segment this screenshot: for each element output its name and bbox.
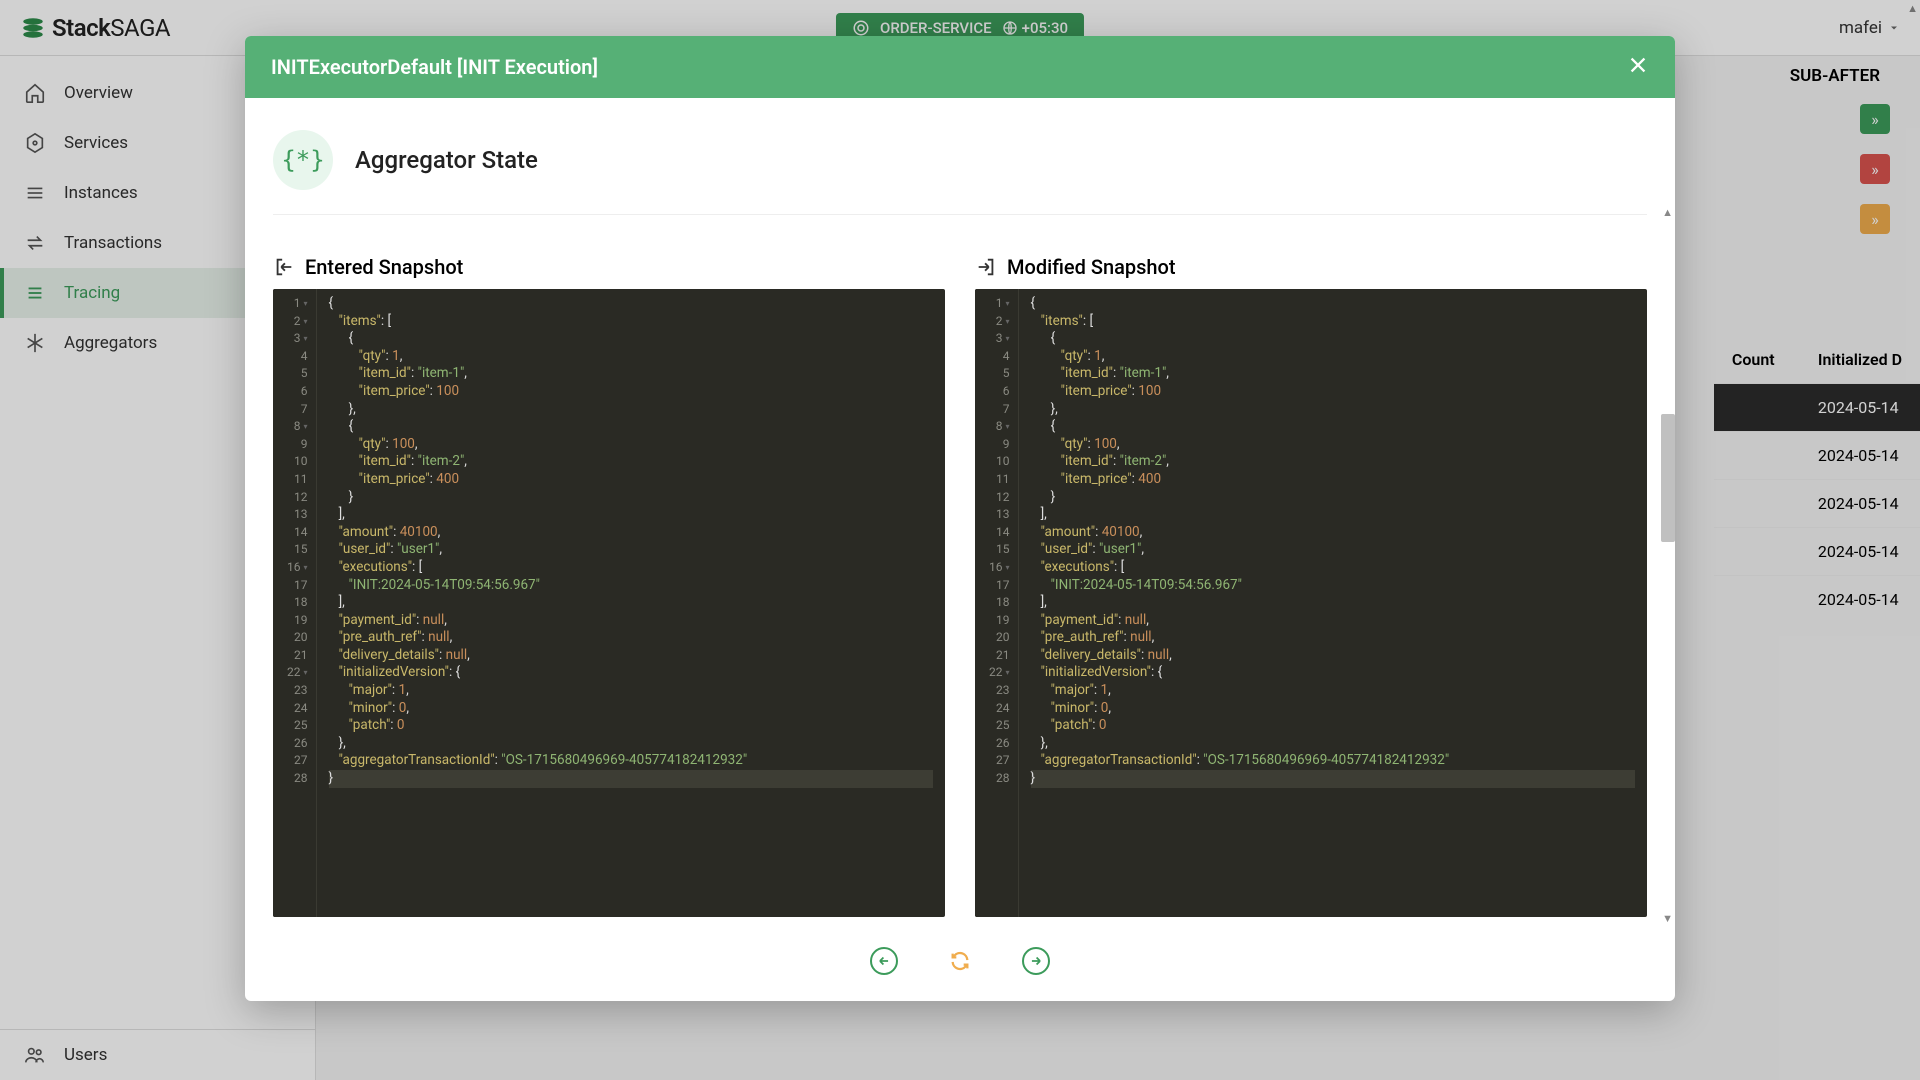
section-title: Aggregator State	[355, 146, 538, 174]
modal-header: INITExecutorDefault [INIT Execution]	[245, 36, 1675, 98]
modified-code[interactable]: 1234567891011121314151617181920212223242…	[975, 289, 1647, 917]
snapshots: Entered Snapshot 12345678910111213141516…	[273, 255, 1647, 917]
modal-footer	[245, 927, 1675, 1001]
modified-title: Modified Snapshot	[975, 255, 1647, 279]
arrow-left-icon	[877, 954, 891, 968]
close-button[interactable]	[1627, 54, 1649, 80]
close-icon	[1627, 54, 1649, 76]
entered-code[interactable]: 1234567891011121314151617181920212223242…	[273, 289, 945, 917]
scrollbar-thumb[interactable]	[1661, 414, 1675, 542]
modified-snapshot: Modified Snapshot 1234567891011121314151…	[975, 255, 1647, 917]
enter-icon	[273, 256, 295, 278]
next-button[interactable]	[1022, 947, 1050, 975]
prev-button[interactable]	[870, 947, 898, 975]
modal-title: INITExecutorDefault [INIT Execution]	[271, 55, 598, 79]
scrollbar-up-icon[interactable]: ▲	[1662, 206, 1673, 219]
entered-snapshot: Entered Snapshot 12345678910111213141516…	[273, 255, 945, 917]
modal: INITExecutorDefault [INIT Execution] ▲ {…	[245, 36, 1675, 1001]
exit-icon	[975, 256, 997, 278]
refresh-button[interactable]	[946, 947, 974, 975]
entered-title: Entered Snapshot	[273, 255, 945, 279]
modal-overlay: INITExecutorDefault [INIT Execution] ▲ {…	[0, 0, 1920, 1080]
refresh-icon	[949, 950, 971, 972]
arrow-right-icon	[1029, 954, 1043, 968]
section-head: {*} Aggregator State	[273, 118, 1647, 215]
scrollbar-down-icon[interactable]: ▼	[1662, 912, 1673, 925]
modal-body: ▲ {*} Aggregator State Entered Snapshot …	[245, 98, 1675, 927]
aggregator-icon: {*}	[273, 130, 333, 190]
